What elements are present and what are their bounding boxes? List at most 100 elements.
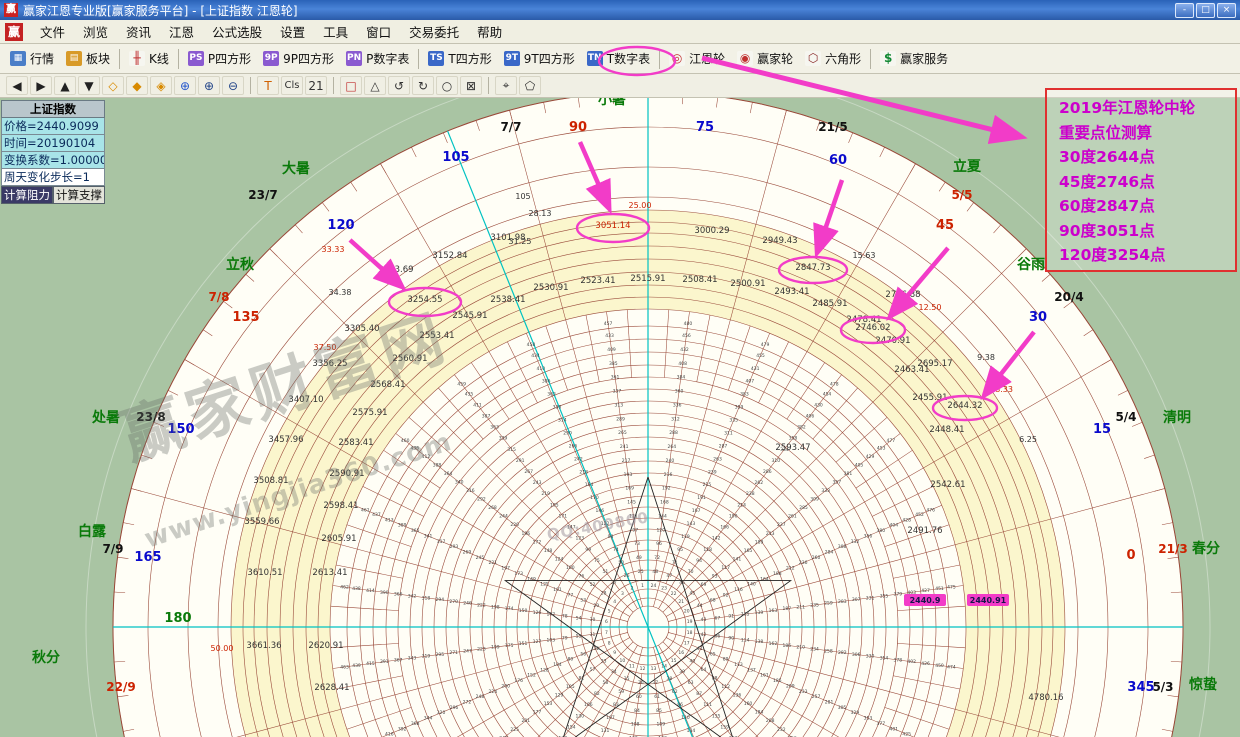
toolbar-market[interactable]: ▦行情 <box>4 48 60 69</box>
svg-text:134: 134 <box>687 728 696 734</box>
menu-window[interactable]: 窗口 <box>357 20 400 43</box>
toolbar-p-number-table[interactable]: PNP数字表 <box>340 48 415 69</box>
circle-tool-tool-button[interactable]: ○ <box>436 76 458 95</box>
svg-text:354: 354 <box>880 656 889 662</box>
toolbar-sectors-label: 板块 <box>86 50 110 67</box>
svg-text:105: 105 <box>566 684 575 690</box>
calc-resistance-button[interactable]: 计算阻力 <box>1 186 53 204</box>
menu-formula-stock-pick[interactable]: 公式选股 <box>203 20 271 43</box>
svg-text:48: 48 <box>652 569 658 575</box>
svg-text:257: 257 <box>812 694 821 700</box>
rotate-cw-tool-button[interactable]: ↻ <box>412 76 434 95</box>
toolbar-winner-service[interactable]: $赢家服务 <box>874 48 954 69</box>
toolbar-9p-square[interactable]: 9P9P四方形 <box>257 48 340 69</box>
filter-tool-button[interactable]: ▼ <box>78 76 100 95</box>
toolbar-hexagon[interactable]: ⬡六角形 <box>799 48 867 69</box>
menu-settings[interactable]: 设置 <box>271 20 314 43</box>
toolbar-t-square[interactable]: TST四方形 <box>422 48 497 69</box>
svg-text:169: 169 <box>625 486 634 492</box>
svg-text:92: 92 <box>723 592 729 598</box>
svg-text:219: 219 <box>541 491 550 497</box>
svg-text:177: 177 <box>533 710 542 716</box>
cls-tool-button[interactable]: Cls <box>281 76 303 95</box>
svg-text:66: 66 <box>715 634 721 640</box>
pointer-up-tool-button[interactable]: ▲ <box>54 76 76 95</box>
svg-text:131: 131 <box>601 728 610 734</box>
svg-text:425: 425 <box>902 732 911 737</box>
svg-text:410: 410 <box>537 366 546 372</box>
menu-help[interactable]: 帮助 <box>468 20 511 43</box>
toolbar-kline[interactable]: ╫K线 <box>123 48 175 69</box>
svg-text:216: 216 <box>664 472 673 478</box>
svg-text:114: 114 <box>741 637 750 643</box>
diamond-tool-2-tool-button[interactable]: ◆ <box>126 76 148 95</box>
svg-text:239: 239 <box>708 469 717 475</box>
menu-trade-order[interactable]: 交易委托 <box>400 20 468 43</box>
svg-text:87: 87 <box>696 691 702 697</box>
diamond-tool-3-tool-button[interactable]: ◈ <box>150 76 172 95</box>
zoom-in-tool-button[interactable]: ⊕ <box>198 76 220 95</box>
svg-text:149: 149 <box>527 576 536 582</box>
rect-tool-tool-button[interactable]: □ <box>340 76 362 95</box>
diamond-tool-1-tool-button[interactable]: ◇ <box>102 76 124 95</box>
svg-text:54: 54 <box>576 615 582 621</box>
menu-news[interactable]: 资讯 <box>117 20 160 43</box>
minimize-button[interactable]: - <box>1175 3 1194 18</box>
svg-text:108: 108 <box>631 722 640 728</box>
svg-text:53: 53 <box>580 598 586 604</box>
svg-text:3610.51: 3610.51 <box>247 568 282 578</box>
annotation-line-0: 2019年江恩轮中轮 <box>1059 96 1235 121</box>
svg-text:461: 461 <box>361 507 370 513</box>
index-info-panel: 上证指数 价格=2440.9099时间=20190104变换系数=1.00000… <box>1 100 105 204</box>
svg-text:409: 409 <box>607 347 616 353</box>
menu-file[interactable]: 文件 <box>31 20 74 43</box>
svg-text:85: 85 <box>656 708 662 714</box>
svg-text:27: 27 <box>611 580 617 586</box>
svg-text:337: 337 <box>613 389 622 395</box>
svg-text:2847.73: 2847.73 <box>795 263 830 273</box>
svg-text:33: 33 <box>601 659 607 665</box>
measure-tool-button[interactable]: T <box>257 76 279 95</box>
svg-text:23/7: 23/7 <box>248 188 277 202</box>
zoom-out-tool-button[interactable]: ⊖ <box>222 76 244 95</box>
svg-text:200: 200 <box>501 683 510 689</box>
svg-text:75: 75 <box>594 558 600 564</box>
maximize-button[interactable]: □ <box>1196 3 1215 18</box>
polygon-tool-tool-button[interactable]: ⬠ <box>519 76 541 95</box>
toolbar-t-number-table[interactable]: TNT数字表 <box>581 48 656 69</box>
calendar-tool-button[interactable]: 21 <box>305 76 327 95</box>
calc-support-button[interactable]: 计算支撑 <box>53 186 105 204</box>
svg-text:215: 215 <box>703 482 712 488</box>
menu-gann[interactable]: 江恩 <box>160 20 203 43</box>
toolbar-winner-wheel[interactable]: ◉赢家轮 <box>731 48 799 69</box>
menu-browse[interactable]: 浏览 <box>74 20 117 43</box>
crosshair-tool-button[interactable]: ⌖ <box>495 76 517 95</box>
svg-text:15: 15 <box>671 658 677 664</box>
menu-tools[interactable]: 工具 <box>314 20 357 43</box>
close-button[interactable]: × <box>1217 3 1236 18</box>
triangle-tool-tool-button[interactable]: △ <box>364 76 386 95</box>
toolbar-gann-wheel[interactable]: ◎江恩轮 <box>663 48 731 69</box>
toolbar-9t-square[interactable]: 9T9T四方形 <box>498 48 581 69</box>
coefficient-row: 变换系数=1.00000 <box>1 152 105 169</box>
svg-text:104: 104 <box>553 662 562 668</box>
scroll-left-tool-button[interactable]: ◀ <box>6 76 28 95</box>
svg-text:81: 81 <box>579 676 585 682</box>
svg-text:233: 233 <box>799 689 808 695</box>
scroll-right-tool-button[interactable]: ▶ <box>30 76 52 95</box>
toolbar-sectors[interactable]: ▤板块 <box>60 48 116 69</box>
svg-text:16: 16 <box>678 650 684 656</box>
rotate-ccw-tool-button[interactable]: ↺ <box>388 76 410 95</box>
toolbar-p-square[interactable]: PSP四方形 <box>182 48 257 69</box>
price-row: 价格=2440.9099 <box>1 118 105 135</box>
svg-text:329: 329 <box>851 710 860 716</box>
svg-text:364: 364 <box>444 471 453 477</box>
svg-text:7/9: 7/9 <box>102 542 123 556</box>
box-x-tool-tool-button[interactable]: ⊠ <box>460 76 482 95</box>
svg-text:222: 222 <box>477 603 486 609</box>
svg-text:196: 196 <box>522 531 531 537</box>
svg-text:317: 317 <box>437 539 446 545</box>
svg-text:2455.91: 2455.91 <box>912 393 947 403</box>
svg-text:2583.41: 2583.41 <box>338 438 373 448</box>
target-tool-button[interactable]: ⊕ <box>174 76 196 95</box>
